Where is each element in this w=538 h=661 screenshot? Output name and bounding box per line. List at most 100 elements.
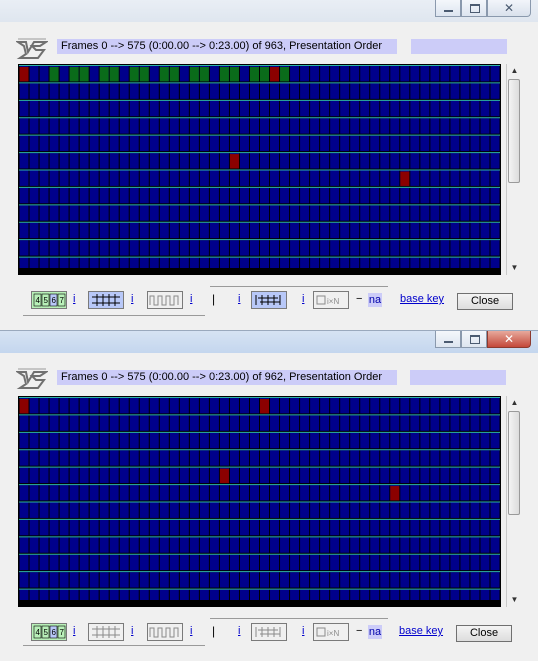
frame-cell[interactable]	[209, 240, 219, 256]
frame-cell[interactable]	[400, 554, 410, 571]
frame-cell-green[interactable]	[49, 67, 59, 82]
frame-cell[interactable]	[280, 572, 290, 588]
frame-cell[interactable]	[89, 83, 99, 99]
frame-cell[interactable]	[19, 222, 29, 239]
frame-cell[interactable]	[460, 398, 470, 414]
frame-cell[interactable]	[249, 432, 259, 449]
frame-cell[interactable]	[149, 450, 159, 466]
frame-cell[interactable]	[239, 205, 249, 221]
frame-cell[interactable]	[219, 100, 229, 117]
frame-cell[interactable]	[129, 135, 139, 152]
frame-cell[interactable]	[320, 118, 330, 134]
frame-cell[interactable]	[410, 135, 420, 152]
frame-cell[interactable]	[420, 537, 430, 553]
frame-cell[interactable]	[440, 537, 450, 553]
frame-cell[interactable]	[189, 100, 199, 117]
frame-cell[interactable]	[470, 467, 480, 484]
frame-cell[interactable]	[239, 135, 249, 152]
frame-cell[interactable]	[179, 502, 189, 518]
frame-cell[interactable]	[169, 205, 179, 221]
frame-cell[interactable]	[290, 398, 300, 414]
frame-cell[interactable]	[229, 554, 239, 571]
frame-cell[interactable]	[149, 83, 159, 99]
frame-cell[interactable]	[129, 83, 139, 99]
frame-cell[interactable]	[129, 205, 139, 221]
frame-cell[interactable]	[179, 572, 189, 588]
frame-cell[interactable]	[199, 502, 209, 518]
frame-cell[interactable]	[189, 415, 199, 431]
frame-cell[interactable]	[199, 240, 209, 256]
frame-cell[interactable]	[129, 118, 139, 134]
frame-cell[interactable]	[260, 187, 270, 204]
frame-cell[interactable]	[290, 135, 300, 152]
frame-cell[interactable]	[390, 187, 400, 204]
frame-cell[interactable]	[270, 415, 280, 431]
field-swap-icon[interactable]	[251, 291, 287, 309]
frame-cell[interactable]	[400, 205, 410, 221]
frame-cell[interactable]	[59, 502, 69, 518]
frame-cell[interactable]	[390, 100, 400, 117]
frame-cell-green[interactable]	[109, 67, 119, 82]
frame-cell[interactable]	[260, 118, 270, 134]
frame-cell[interactable]	[189, 502, 199, 518]
frame-cell[interactable]	[209, 170, 219, 186]
frame-cell[interactable]	[169, 502, 179, 518]
frame-cell[interactable]	[300, 100, 310, 117]
frame-cell[interactable]	[260, 415, 270, 431]
frame-cell[interactable]	[320, 153, 330, 169]
frame-cell[interactable]	[390, 450, 400, 466]
frame-cell[interactable]	[239, 415, 249, 431]
frame-cell[interactable]	[189, 485, 199, 501]
frame-cell[interactable]	[29, 450, 39, 466]
frame-cell[interactable]	[169, 240, 179, 256]
frame-cell[interactable]	[480, 187, 490, 204]
frame-cell[interactable]	[290, 153, 300, 169]
frame-cell[interactable]	[320, 222, 330, 239]
frame-cell[interactable]	[420, 66, 430, 82]
frame-cell[interactable]	[249, 398, 259, 414]
frame-cell[interactable]	[39, 135, 49, 152]
frame-cell[interactable]	[380, 83, 390, 99]
frame-cell-green[interactable]	[129, 67, 139, 82]
frame-cell[interactable]	[400, 135, 410, 152]
frame-cell[interactable]	[310, 398, 320, 414]
frame-cell[interactable]	[179, 135, 189, 152]
frame-cell[interactable]	[460, 485, 470, 501]
frame-cell[interactable]	[340, 170, 350, 186]
frame-cell[interactable]	[280, 415, 290, 431]
frame-cell[interactable]	[400, 572, 410, 588]
frame-cell[interactable]	[149, 537, 159, 553]
frame-cell[interactable]	[99, 415, 109, 431]
frame-cell[interactable]	[260, 554, 270, 571]
frame-cell[interactable]	[360, 467, 370, 484]
frame-cell[interactable]	[330, 467, 340, 484]
frame-cell[interactable]	[460, 572, 470, 588]
frame-cell[interactable]	[480, 135, 490, 152]
frame-cell[interactable]	[79, 519, 89, 536]
frame-cell[interactable]	[370, 450, 380, 466]
frame-cell[interactable]	[69, 502, 79, 518]
base-key-link[interactable]: base key	[400, 292, 444, 306]
frame-cell[interactable]	[159, 485, 169, 501]
frame-cell[interactable]	[39, 170, 49, 186]
frame-cell[interactable]	[320, 100, 330, 117]
frame-cell[interactable]	[490, 519, 500, 536]
frame-cell[interactable]	[129, 153, 139, 169]
frame-cell[interactable]	[119, 485, 129, 501]
frame-cell[interactable]	[320, 187, 330, 204]
frame-cell[interactable]	[440, 432, 450, 449]
frame-cell[interactable]	[29, 572, 39, 588]
frame-cell[interactable]	[360, 222, 370, 239]
base-key-link[interactable]: base key	[399, 624, 443, 638]
frame-cell[interactable]	[69, 153, 79, 169]
frame-cell[interactable]	[199, 432, 209, 449]
frame-cell[interactable]	[390, 467, 400, 484]
frame-cell[interactable]	[320, 502, 330, 518]
frame-cell[interactable]	[209, 83, 219, 99]
frame-cell[interactable]	[280, 205, 290, 221]
frame-cell[interactable]	[390, 432, 400, 449]
frame-cell[interactable]	[99, 153, 109, 169]
frame-cell[interactable]	[69, 572, 79, 588]
frame-cell[interactable]	[350, 572, 360, 588]
frame-cell[interactable]	[340, 66, 350, 82]
